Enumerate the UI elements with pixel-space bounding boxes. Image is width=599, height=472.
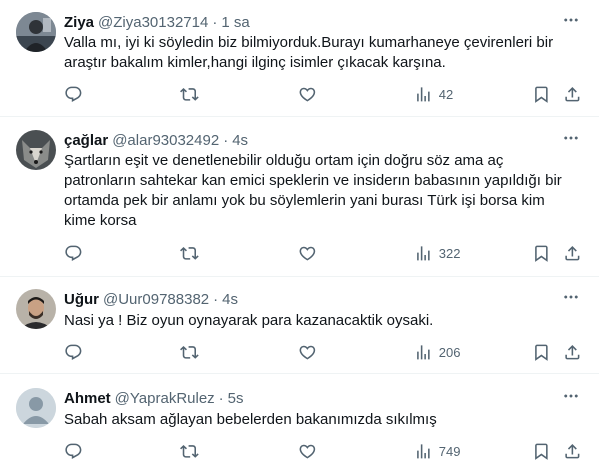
avatar[interactable] — [16, 130, 56, 170]
views-icon — [414, 244, 433, 263]
share-icon[interactable] — [563, 85, 582, 104]
retweet-icon[interactable] — [180, 85, 199, 104]
display-name[interactable]: çağlar — [64, 132, 108, 149]
views-count: 42 — [438, 86, 454, 102]
avatar[interactable] — [16, 388, 56, 428]
action-bar: 206 — [64, 343, 583, 363]
share-icon[interactable] — [563, 244, 582, 263]
user-handle[interactable]: @Uur09788382 — [103, 291, 209, 308]
bookmark-icon[interactable] — [532, 442, 551, 461]
timestamp[interactable]: 5s — [228, 390, 244, 407]
tweet-caglar[interactable]: çağlar @alar93032492 · 4s Şartların eşit… — [0, 117, 599, 277]
share-icon[interactable] — [563, 442, 582, 461]
reply-icon[interactable] — [64, 85, 83, 104]
display-name[interactable]: Ziya — [64, 14, 94, 31]
more-icon[interactable] — [561, 388, 581, 404]
reply-icon[interactable] — [64, 244, 83, 263]
separator-dot: · — [223, 131, 229, 149]
like-icon[interactable] — [298, 244, 317, 263]
views-button[interactable]: 749 — [414, 442, 460, 461]
wolf-avatar-photo — [16, 130, 56, 170]
more-icon[interactable] — [561, 289, 581, 305]
views-count: 206 — [438, 344, 461, 360]
like-icon[interactable] — [298, 442, 317, 461]
retweet-icon[interactable] — [180, 343, 199, 362]
tweet-text: Sabah aksam ağlayan bebelerden bakanımız… — [64, 411, 437, 428]
separator-dot: · — [212, 13, 218, 31]
display-name[interactable]: Ahmet — [64, 390, 111, 407]
views-count: 322 — [438, 245, 461, 261]
tweet-text: Valla mı, iyi ki söyledin biz bilmiyordu… — [64, 34, 554, 71]
action-bar: 322 — [64, 244, 583, 264]
ugur-avatar-photo — [16, 289, 56, 329]
reply-icon[interactable] — [64, 442, 83, 461]
avatar[interactable] — [16, 289, 56, 329]
avatar[interactable] — [16, 12, 56, 52]
user-handle[interactable]: @Ziya30132714 — [98, 14, 208, 31]
like-icon[interactable] — [298, 343, 317, 362]
tweet-text: Nasi ya ! Biz oyun oynayarak para kazana… — [64, 312, 434, 329]
timestamp[interactable]: 4s — [232, 132, 248, 149]
retweet-icon[interactable] — [180, 244, 199, 263]
views-count: 749 — [438, 443, 461, 459]
views-button[interactable]: 42 — [414, 85, 453, 104]
display-name[interactable]: Uğur — [64, 291, 99, 308]
share-icon[interactable] — [563, 343, 582, 362]
action-bar: 749 — [64, 442, 583, 462]
timestamp[interactable]: 1 sa — [221, 14, 249, 31]
bookmark-icon[interactable] — [532, 244, 551, 263]
views-button[interactable]: 206 — [414, 343, 460, 362]
tweet-text: Şartların eşit ve denetlenebilir olduğu … — [64, 152, 562, 229]
user-handle[interactable]: @alar93032492 — [112, 132, 219, 149]
views-icon — [414, 85, 433, 104]
separator-dot: · — [218, 389, 224, 407]
user-handle[interactable]: @YaprakRulez — [115, 390, 215, 407]
bookmark-icon[interactable] — [532, 85, 551, 104]
more-icon[interactable] — [561, 130, 581, 146]
more-icon[interactable] — [561, 12, 581, 28]
views-icon — [414, 442, 433, 461]
separator-dot: · — [213, 290, 219, 308]
views-button[interactable]: 322 — [414, 244, 460, 263]
action-bar: 42 — [64, 85, 583, 105]
bookmark-icon[interactable] — [532, 343, 551, 362]
like-icon[interactable] — [298, 85, 317, 104]
ziya-avatar-photo — [16, 12, 56, 52]
retweet-icon[interactable] — [180, 442, 199, 461]
timestamp[interactable]: 4s — [222, 291, 238, 308]
views-icon — [414, 343, 433, 362]
reply-icon[interactable] — [64, 343, 83, 362]
tweet-ahmet[interactable]: Ahmet @YaprakRulez · 5s Sabah aksam ağla… — [0, 374, 599, 472]
default-avatar — [16, 388, 56, 428]
tweet-ugur[interactable]: Uğur @Uur09788382 · 4s Nasi ya ! Biz oyu… — [0, 277, 599, 374]
tweet-ziya[interactable]: Ziya @Ziya30132714 · 1 sa Valla mı, iyi … — [0, 0, 599, 117]
